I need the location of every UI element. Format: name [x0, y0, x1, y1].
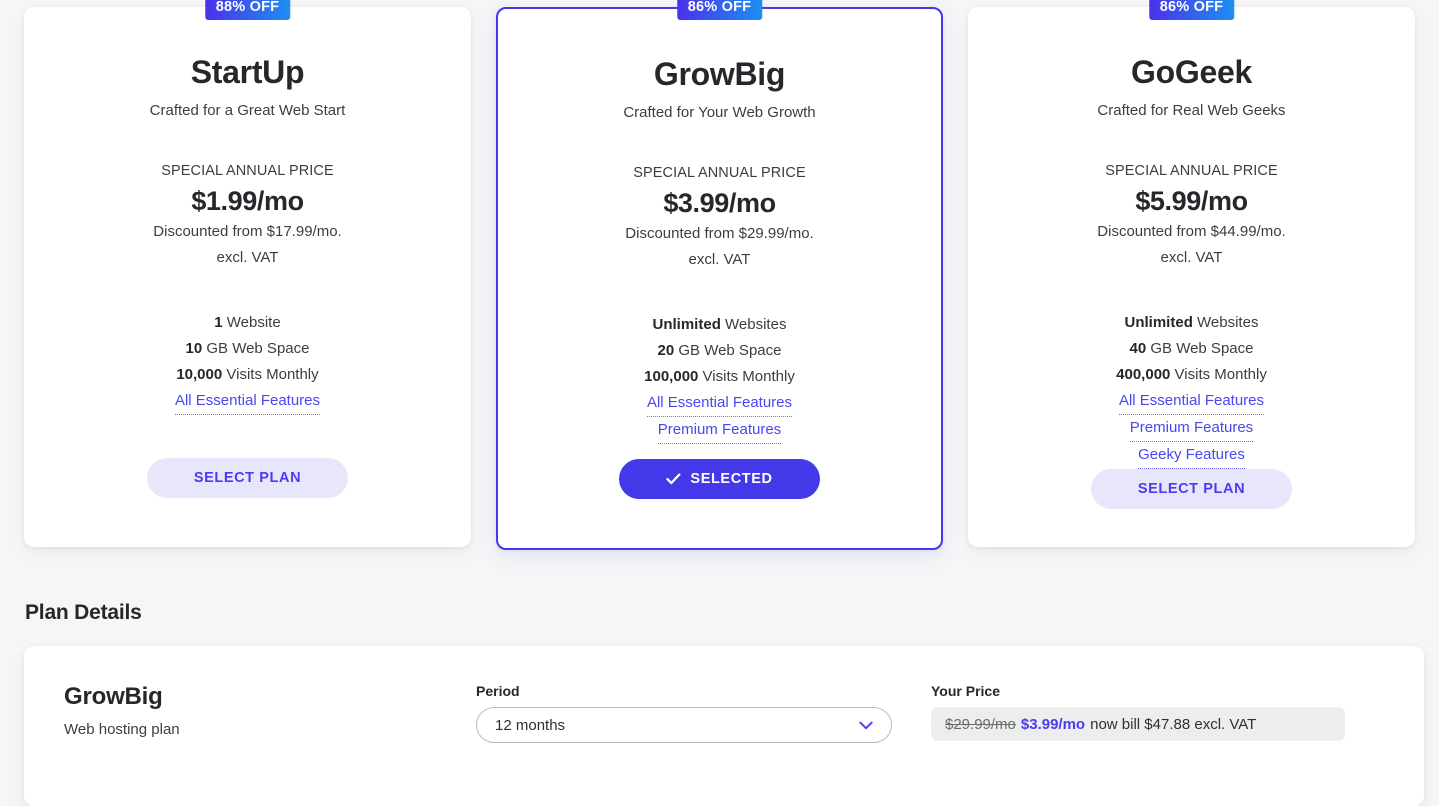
- feature-link-premium[interactable]: Premium Features: [1129, 415, 1254, 443]
- feature-text: GB Web Space: [202, 340, 310, 358]
- price-block: SPECIAL ANNUAL PRICE $3.99/mo Discounted…: [625, 165, 813, 268]
- feature-row: 400,000 Visits Monthly: [1116, 362, 1267, 388]
- price-new: $3.99/mo: [1020, 715, 1086, 733]
- cta-wrap: SELECT PLAN: [992, 469, 1391, 510]
- feature-text: GB Web Space: [1146, 340, 1254, 358]
- feature-row: 100,000 Visits Monthly: [644, 364, 795, 390]
- cta-wrap: SELECT PLAN: [48, 458, 447, 498]
- plan-card-growbig[interactable]: 86% OFF GrowBig Crafted for Your Web Gro…: [496, 0, 943, 550]
- feature-text: Websites: [720, 316, 787, 334]
- feature-row: 10,000 Visits Monthly: [175, 362, 320, 388]
- plan-name: StartUp: [190, 54, 305, 90]
- period-select-value: 12 months: [495, 716, 566, 734]
- feature-value: Unlimited: [1124, 314, 1193, 332]
- price-label: SPECIAL ANNUAL PRICE: [161, 163, 334, 180]
- period-field: Period 12 months: [476, 683, 931, 743]
- feature-value: 10: [185, 340, 203, 358]
- check-icon: [666, 473, 681, 485]
- price-main: $5.99/mo: [1135, 186, 1248, 217]
- discount-badge: 88% OFF: [204, 0, 291, 20]
- plan-card-gogeek[interactable]: 86% OFF GoGeek Crafted for Real Web Geek…: [968, 0, 1415, 547]
- feature-value: Unlimited: [652, 316, 721, 334]
- plan-card-startup[interactable]: 88% OFF StartUp Crafted for a Great Web …: [24, 0, 471, 547]
- your-price-field: Your Price $29.99/mo $3.99/mo now bill $…: [931, 683, 1424, 741]
- feature-link-geeky[interactable]: Geeky Features: [1138, 442, 1245, 470]
- price-billing-note: now bill $47.88 excl. VAT: [1090, 715, 1257, 733]
- cta-wrap: SELECTED: [522, 459, 917, 499]
- your-price-value: $29.99/mo $3.99/mo now bill $47.88 excl.…: [931, 707, 1345, 741]
- selected-plan-button[interactable]: SELECTED: [619, 459, 820, 499]
- feature-value: 1: [214, 314, 223, 332]
- plan-tagline: Crafted for Your Web Growth: [623, 104, 816, 122]
- feature-row: 10 GB Web Space: [175, 336, 320, 362]
- feature-value: 20: [657, 342, 675, 360]
- feature-text: Visits Monthly: [1170, 366, 1267, 384]
- feature-text: Visits Monthly: [698, 368, 795, 386]
- chevron-down-icon: [859, 721, 873, 729]
- price-vat: excl. VAT: [1160, 249, 1223, 267]
- selected-plan-summary: GrowBig Web hosting plan: [24, 683, 476, 738]
- feature-value: 400,000: [1116, 366, 1171, 384]
- price-label: SPECIAL ANNUAL PRICE: [1105, 163, 1278, 180]
- plan-tagline: Crafted for a Great Web Start: [149, 102, 346, 120]
- feature-text: GB Web Space: [674, 342, 782, 360]
- price-discounted: Discounted from $44.99/mo.: [1097, 223, 1286, 241]
- price-main: $3.99/mo: [663, 188, 776, 219]
- discount-badge: 86% OFF: [676, 0, 763, 20]
- feature-link-all-essential[interactable]: All Essential Features: [1118, 388, 1265, 416]
- plan-features: 1 Website 10 GB Web Space 10,000 Visits …: [174, 310, 321, 416]
- plan-details-heading: Plan Details: [25, 601, 142, 624]
- plan-features: Unlimited Websites 20 GB Web Space 100,0…: [644, 312, 795, 445]
- feature-text: Website: [222, 314, 281, 332]
- plan-name: GrowBig: [653, 56, 786, 92]
- price-label: SPECIAL ANNUAL PRICE: [633, 165, 806, 182]
- price-old: $29.99/mo: [945, 715, 1016, 733]
- price-vat: excl. VAT: [216, 249, 279, 267]
- selected-plan-subtitle: Web hosting plan: [64, 721, 180, 738]
- price-block: SPECIAL ANNUAL PRICE $1.99/mo Discounted…: [153, 163, 341, 266]
- price-vat: excl. VAT: [688, 251, 751, 269]
- plan-name: GoGeek: [1131, 54, 1252, 90]
- plan-details-card: GrowBig Web hosting plan Period 12 month…: [24, 646, 1424, 806]
- feature-text: Visits Monthly: [222, 366, 319, 384]
- select-plan-button[interactable]: SELECT PLAN: [1091, 469, 1292, 510]
- plan-details-section: Plan Details GrowBig Web hosting plan Pe…: [0, 555, 1439, 806]
- your-price-label: Your Price: [931, 683, 1000, 699]
- discount-badge: 86% OFF: [1148, 0, 1235, 20]
- pricing-plans-row: 88% OFF StartUp Crafted for a Great Web …: [0, 0, 1439, 555]
- plan-features: Unlimited Websites 40 GB Web Space 400,0…: [1116, 310, 1267, 470]
- selected-plan-name: GrowBig: [64, 683, 163, 710]
- select-plan-label: SELECT PLAN: [193, 470, 302, 486]
- feature-row: 20 GB Web Space: [644, 338, 795, 364]
- feature-link-all-essential[interactable]: All Essential Features: [646, 390, 793, 418]
- select-plan-label: SELECT PLAN: [1137, 481, 1246, 498]
- feature-row: 1 Website: [175, 310, 320, 336]
- selected-plan-label: SELECTED: [690, 471, 773, 487]
- feature-row: Unlimited Websites: [1116, 310, 1267, 336]
- period-select[interactable]: 12 months: [476, 707, 892, 743]
- feature-link-premium[interactable]: Premium Features: [657, 417, 782, 445]
- feature-link-all-essential[interactable]: All Essential Features: [174, 388, 321, 416]
- price-discounted: Discounted from $17.99/mo.: [153, 223, 342, 241]
- feature-row: Unlimited Websites: [644, 312, 795, 338]
- feature-text: Websites: [1192, 314, 1259, 332]
- feature-value: 100,000: [644, 368, 699, 386]
- feature-row: 40 GB Web Space: [1116, 336, 1267, 362]
- price-block: SPECIAL ANNUAL PRICE $5.99/mo Discounted…: [1097, 163, 1285, 266]
- select-plan-button[interactable]: SELECT PLAN: [147, 458, 348, 498]
- feature-value: 10,000: [176, 366, 223, 384]
- period-label: Period: [476, 683, 520, 699]
- feature-value: 40: [1129, 340, 1147, 358]
- plan-tagline: Crafted for Real Web Geeks: [1097, 102, 1286, 120]
- price-discounted: Discounted from $29.99/mo.: [625, 225, 814, 243]
- price-main: $1.99/mo: [191, 186, 304, 217]
